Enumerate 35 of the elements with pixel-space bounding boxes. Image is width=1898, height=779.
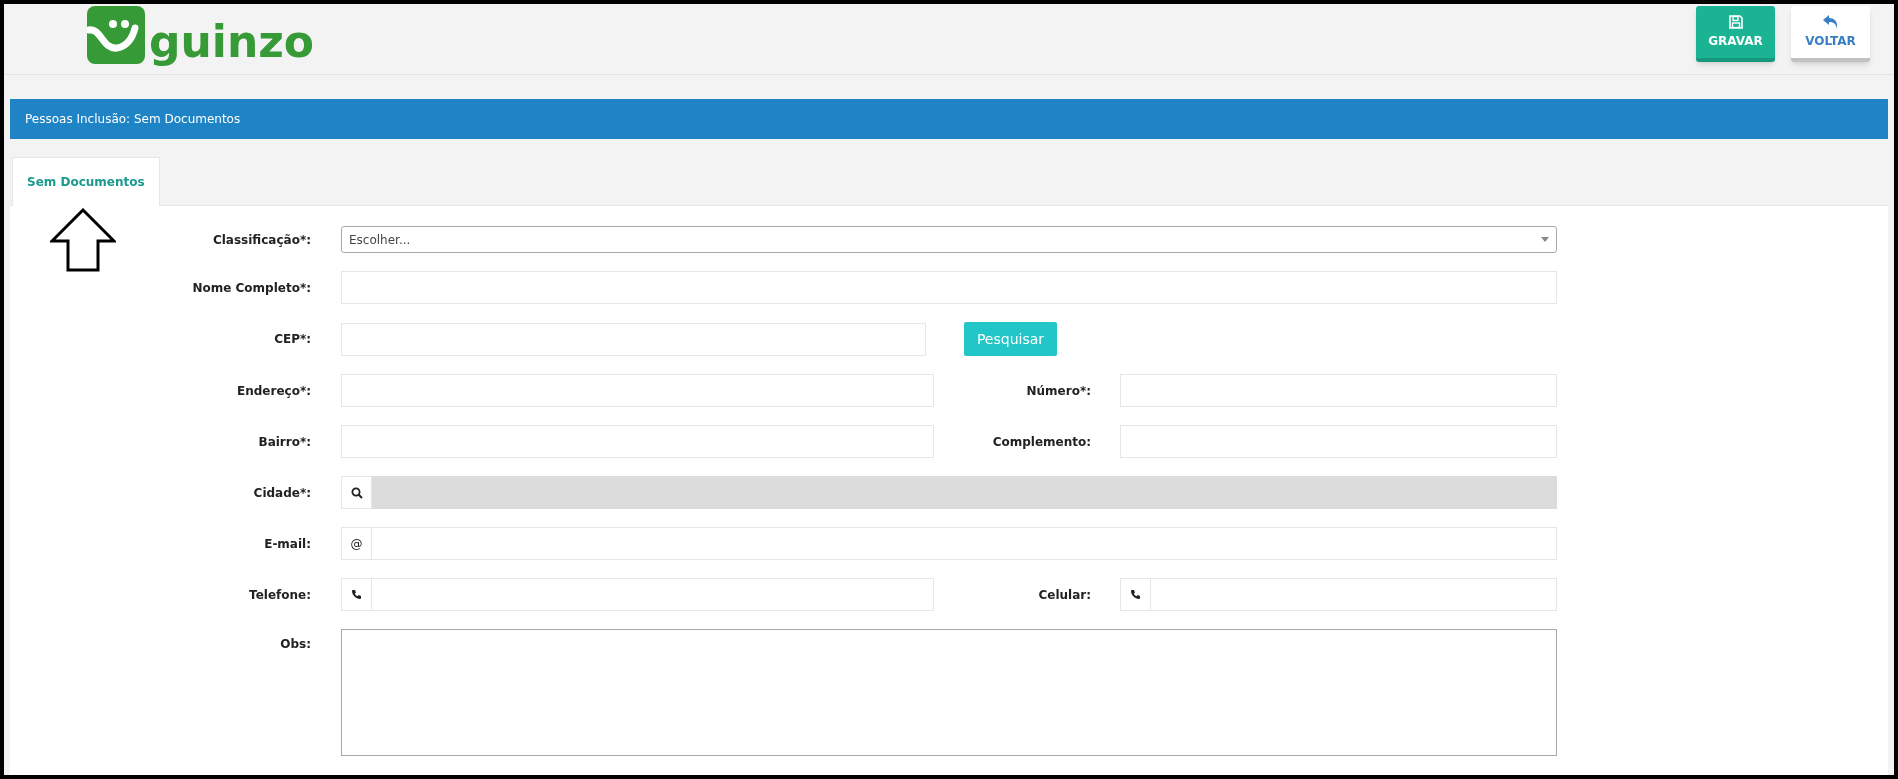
- search-button[interactable]: Pesquisar: [964, 322, 1057, 356]
- input-field[interactable]: [341, 271, 1557, 304]
- at-sign: @: [350, 535, 363, 553]
- field-label: Bairro*:: [257, 433, 311, 451]
- input-field[interactable]: [1120, 374, 1557, 407]
- field-label: CEP*:: [273, 331, 311, 348]
- input-field[interactable]: [372, 527, 1557, 560]
- page-title: Pessoas Inclusão: Sem Documentos: [25, 111, 241, 128]
- input-field[interactable]: [1151, 578, 1557, 611]
- dropdown[interactable]: Escolher...: [341, 226, 1557, 253]
- input-field[interactable]: [1120, 425, 1557, 458]
- field-label: Endereço*:: [236, 382, 311, 400]
- field-label: Cidade*:: [252, 484, 311, 502]
- phone-icon: [1130, 589, 1141, 600]
- field-label: Complemento:: [991, 433, 1091, 451]
- tab[interactable]: Sem Documentos: [12, 157, 160, 206]
- field-label: Obs:: [279, 636, 311, 653]
- logo-text: guinzo: [149, 20, 315, 64]
- search-icon: [350, 486, 363, 499]
- input-field[interactable]: [372, 578, 934, 611]
- field-label: E-mail:: [263, 535, 311, 553]
- back-button[interactable]: VOLTAR: [1791, 6, 1870, 62]
- input-field[interactable]: [341, 425, 934, 458]
- save-button[interactable]: GRAVAR: [1696, 6, 1775, 62]
- reply-arrow-icon: [1821, 14, 1840, 30]
- field-label: Telefone:: [248, 586, 311, 604]
- field-label: Nome Completo*:: [191, 279, 311, 297]
- field-label: Número*:: [1025, 382, 1091, 400]
- phone-icon: [351, 589, 362, 600]
- text-area[interactable]: [341, 629, 1557, 756]
- input-field[interactable]: [341, 374, 934, 407]
- field-label: Classificação*:: [211, 231, 311, 249]
- input-field[interactable]: [341, 322, 926, 356]
- caret-icon: [1541, 237, 1549, 242]
- field-label: Celular:: [1037, 586, 1091, 604]
